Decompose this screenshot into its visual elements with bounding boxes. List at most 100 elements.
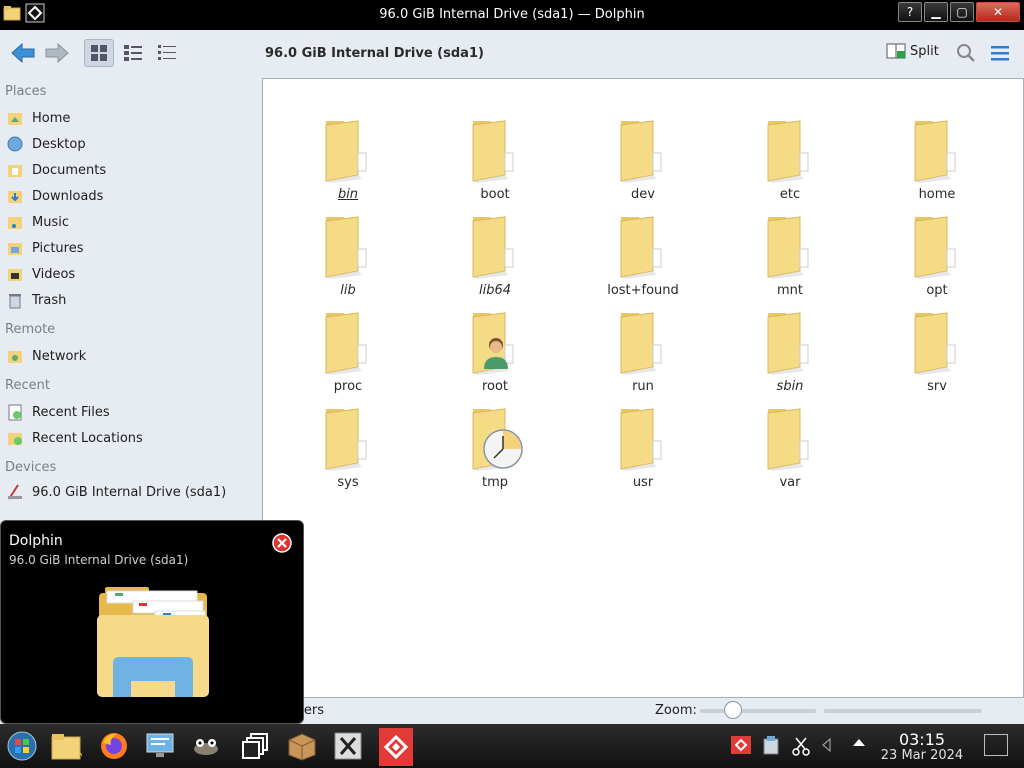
search-icon[interactable] — [956, 43, 976, 63]
location-label: 96.0 GiB Internal Drive (sda1) — [265, 46, 484, 61]
zoom-label: Zoom: — [655, 703, 697, 718]
taskbar-anydesk[interactable] — [379, 728, 413, 766]
sidebar-item-desktop[interactable]: Desktop — [6, 133, 86, 155]
section-places: Places — [5, 84, 47, 99]
hamburger-menu-icon[interactable] — [990, 44, 1010, 62]
help-button[interactable]: ? — [898, 2, 922, 22]
taskbar-system-settings[interactable] — [144, 730, 176, 762]
folder-name: run — [632, 379, 654, 394]
folder-item[interactable]: proc — [298, 309, 398, 394]
folder-icon — [325, 120, 367, 183]
clock-time[interactable]: 03:15 — [898, 730, 946, 749]
taskbar-task-switcher[interactable] — [240, 730, 272, 762]
folder-item[interactable]: lib64 — [445, 213, 545, 298]
details-view-button[interactable] — [152, 39, 182, 67]
sidebar-item-recent-files[interactable]: Recent Files — [6, 401, 110, 423]
start-menu-button[interactable] — [6, 730, 38, 762]
sidebar-item-downloads[interactable]: Downloads — [6, 185, 103, 207]
update-notifier-icon[interactable] — [762, 736, 780, 756]
folder-item[interactable]: boot — [445, 117, 545, 202]
folder-name: var — [779, 475, 801, 490]
icons-view-button[interactable] — [84, 39, 114, 67]
taskbar-file-manager[interactable] — [50, 730, 82, 762]
chevron-up-icon[interactable] — [852, 736, 866, 750]
sidebar-item-trash[interactable]: Trash — [6, 289, 66, 311]
folder-name: sbin — [776, 379, 804, 394]
folder-name: root — [481, 379, 509, 394]
zoom-slider-handle[interactable] — [724, 701, 742, 719]
folder-item[interactable]: var — [740, 405, 840, 490]
settings-monitor-icon — [146, 733, 174, 757]
sidebar-item-network[interactable]: Network — [6, 345, 86, 367]
folder-item[interactable]: bin — [298, 117, 398, 202]
temp-folder-icon — [472, 408, 523, 471]
folder-name: opt — [926, 283, 948, 298]
sidebar-item-pictures[interactable]: Pictures — [6, 237, 83, 259]
taskbar-xterm[interactable] — [332, 730, 364, 762]
sidebar-item-recent-locations[interactable]: Recent Locations — [6, 427, 143, 449]
folder-item[interactable]: srv — [887, 309, 987, 394]
folder-item[interactable]: sys — [298, 405, 398, 490]
folder-icon — [914, 120, 956, 183]
anydesk-tray-icon[interactable] — [731, 736, 751, 754]
folder-item[interactable]: lib — [298, 213, 398, 298]
minimize-button[interactable]: ▁ — [924, 2, 948, 22]
window-preview-tooltip: Dolphin 96.0 GiB Internal Drive (sda1) — [0, 520, 304, 724]
scissors-icon[interactable] — [792, 736, 810, 756]
sidebar-item-videos[interactable]: Videos — [6, 263, 75, 285]
anydesk-icon — [383, 734, 409, 760]
taskbar-firefox[interactable] — [98, 730, 130, 762]
folder-item[interactable]: opt — [887, 213, 987, 298]
forward-button[interactable] — [44, 40, 70, 66]
compact-view-button[interactable] — [118, 39, 148, 67]
folder-item[interactable]: home — [887, 117, 987, 202]
folder-item[interactable]: dev — [593, 117, 693, 202]
folder-name: bin — [337, 187, 359, 202]
folder-item[interactable]: tmp — [445, 405, 545, 490]
taskbar: 03:15 23 Mar 2024 — [0, 724, 1024, 768]
trash-icon — [9, 294, 21, 309]
zoom-slider-track[interactable] — [700, 709, 816, 713]
folder-name: home — [918, 187, 956, 202]
folder-icon — [914, 216, 956, 279]
folder-name: sys — [337, 475, 359, 490]
folder-item[interactable]: sbin — [740, 309, 840, 394]
taskbar-package-manager[interactable] — [286, 730, 318, 762]
show-desktop-button[interactable] — [984, 734, 1008, 756]
sidebar-item-music[interactable]: Music — [6, 211, 69, 233]
folder-icon — [914, 312, 956, 375]
clock-date[interactable]: 23 Mar 2024 — [876, 748, 968, 763]
folder-icon — [620, 408, 662, 471]
videos-folder-icon — [8, 269, 22, 281]
sidebar-item-internal-drive[interactable]: 96.0 GiB Internal Drive (sda1) — [6, 481, 226, 503]
folder-item[interactable]: root — [445, 309, 545, 394]
folder-icon — [325, 408, 367, 471]
folder-item[interactable]: usr — [593, 405, 693, 490]
folder-item[interactable]: etc — [740, 117, 840, 202]
close-preview-icon[interactable] — [272, 533, 292, 553]
toolbar: 96.0 GiB Internal Drive (sda1) Split — [0, 30, 1024, 78]
volume-icon[interactable] — [820, 736, 834, 754]
file-view[interactable]: bin boot dev etc home lib lib64 lost+found mnt op… — [262, 78, 1024, 698]
folder-item[interactable]: mnt — [740, 213, 840, 298]
hard-drive-icon — [8, 484, 22, 500]
file-manager-preview-icon — [97, 587, 209, 697]
downloads-folder-icon — [8, 191, 22, 203]
maximize-button[interactable]: ▢ — [950, 2, 974, 22]
tooltip-subtitle: 96.0 GiB Internal Drive (sda1) — [9, 553, 189, 567]
firefox-icon — [101, 733, 127, 759]
folder-name: dev — [631, 187, 655, 202]
folder-item[interactable]: run — [593, 309, 693, 394]
folder-icon — [325, 216, 367, 279]
folder-icon — [325, 312, 367, 375]
close-button[interactable]: ✕ — [976, 2, 1020, 22]
sidebar-item-documents[interactable]: Documents — [6, 159, 106, 181]
split-button[interactable]: Split — [886, 42, 939, 60]
folder-item[interactable]: lost+found — [593, 213, 693, 298]
arrow-left-icon — [11, 42, 35, 64]
start-orb-icon — [7, 731, 37, 761]
taskbar-gimp[interactable] — [190, 730, 222, 762]
sidebar-item-home[interactable]: Home — [6, 107, 70, 129]
back-button[interactable] — [10, 40, 36, 66]
section-recent: Recent — [5, 378, 50, 393]
